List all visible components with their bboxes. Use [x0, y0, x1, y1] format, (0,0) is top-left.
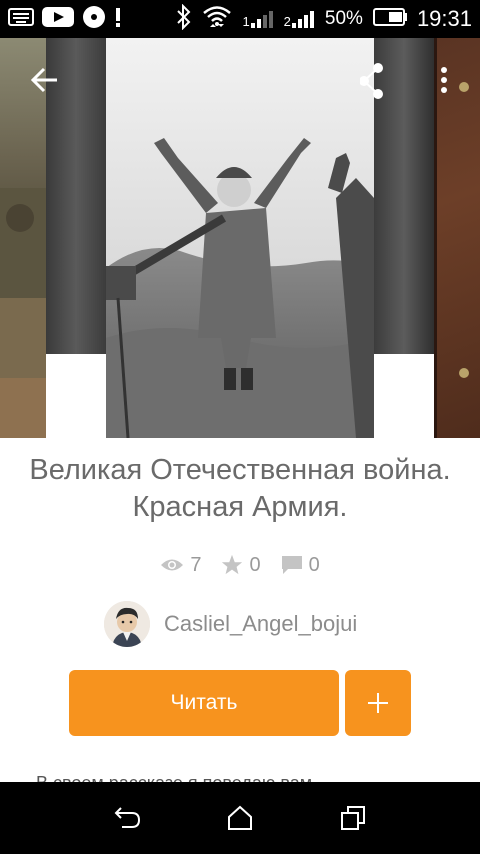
views-count: 7 — [190, 553, 202, 576]
book-stats: 7 0 0 — [0, 550, 480, 580]
share-button[interactable] — [359, 60, 396, 104]
back-button[interactable] — [26, 62, 62, 98]
status-bar: 1 2 50% 19:31 — [0, 0, 480, 38]
bluetooth-icon — [176, 3, 192, 35]
book-title: Великая Отечественная война. Красная Арм… — [29, 454, 451, 523]
signal-sim2-icon: 2 — [284, 9, 315, 29]
battery-icon — [372, 7, 407, 32]
screen: 1 2 50% 19:31 Великая Отечественная войн… — [0, 0, 480, 854]
add-to-library-button[interactable] — [345, 670, 411, 736]
alert-icon — [114, 6, 122, 33]
comments-stat: 0 — [281, 554, 320, 577]
share-icon — [359, 63, 383, 99]
status-notifications — [8, 5, 130, 34]
youtube-icon — [42, 6, 74, 33]
rivet-bottom — [459, 368, 469, 378]
avatar[interactable] — [104, 601, 150, 647]
wifi-icon — [202, 4, 232, 35]
star-icon — [222, 554, 243, 575]
author-link[interactable]: Casliel_Angel_bojui — [104, 600, 357, 648]
signal-sim1-icon: 1 — [242, 9, 273, 29]
book-cover-image[interactable] — [106, 38, 374, 438]
prev-book-cover[interactable] — [0, 38, 46, 438]
back-nav-icon — [114, 807, 140, 828]
cover-carousel[interactable] — [0, 38, 480, 438]
stars-stat: 0 — [221, 553, 261, 577]
rivet-top — [459, 82, 469, 92]
status-system: 1 2 50% 19:31 — [166, 3, 472, 35]
home-nav-icon — [227, 805, 252, 830]
keyboard-icon — [8, 7, 34, 32]
read-button[interactable]: Читать — [69, 670, 339, 736]
recents-nav-icon — [341, 806, 366, 830]
battery-percent: 50% — [324, 8, 363, 29]
plus-icon — [368, 693, 388, 713]
sim1-label: 1 — [242, 14, 250, 29]
arrow-back-icon — [30, 67, 57, 93]
clock: 19:31 — [416, 6, 472, 31]
comment-icon — [281, 556, 302, 574]
nav-back-button[interactable] — [103, 794, 151, 842]
eye-icon — [161, 559, 184, 571]
more-vert-icon — [441, 67, 447, 93]
overflow-menu-button[interactable] — [430, 62, 458, 102]
system-nav-bar — [0, 782, 480, 854]
nav-recents-button[interactable] — [329, 794, 377, 842]
sim2-label: 2 — [283, 14, 291, 29]
media-icon — [82, 5, 106, 34]
comments-count: 0 — [308, 553, 320, 576]
views-stat: 7 — [160, 554, 201, 577]
author-name[interactable]: Casliel_Angel_bojui — [164, 611, 357, 637]
stars-count: 0 — [249, 553, 261, 576]
nav-home-button[interactable] — [216, 794, 264, 842]
